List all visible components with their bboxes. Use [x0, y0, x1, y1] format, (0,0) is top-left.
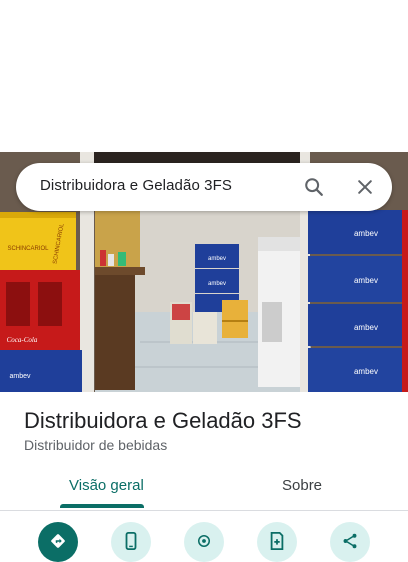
directions-button[interactable]	[38, 522, 78, 562]
directions-icon	[51, 534, 65, 548]
crate-label-right-3: ambev	[354, 323, 378, 332]
tab-overview[interactable]: Visão geral	[69, 477, 144, 494]
search-icon[interactable]	[298, 171, 330, 203]
location-button[interactable]	[184, 522, 224, 562]
crate-label-left-blue: ambev	[9, 373, 31, 380]
crate-label-coca: Coca-Cola	[7, 336, 38, 344]
search-bar[interactable]: Distribuidora e Geladão 3FS	[16, 163, 392, 211]
search-input[interactable]: Distribuidora e Geladão 3FS	[40, 177, 232, 194]
save-button[interactable]	[257, 522, 297, 562]
action-row	[0, 522, 408, 562]
save-icon	[270, 532, 284, 550]
share-icon	[343, 533, 357, 549]
call-button[interactable]	[111, 522, 151, 562]
crate-label-center: ambev	[208, 256, 226, 262]
crate-label-right-4: ambev	[354, 367, 378, 376]
active-tab-indicator	[60, 504, 144, 508]
phone-icon	[125, 532, 137, 550]
tab-about[interactable]: Sobre	[282, 477, 322, 494]
place-category: Distribuidor de bebidas	[24, 437, 168, 453]
location-icon	[198, 535, 210, 547]
crate-label-center-2: ambev	[208, 281, 226, 287]
crate-label-yellow-2: SCHINCARIOL	[7, 246, 49, 252]
close-icon[interactable]	[349, 171, 381, 203]
crate-label-right-2: ambev	[354, 276, 378, 285]
share-button[interactable]	[330, 522, 370, 562]
crate-label-right-1: ambev	[354, 229, 378, 238]
place-title: Distribuidora e Geladão 3FS	[24, 408, 302, 433]
tab-bar: Visão geral Sobre	[0, 466, 408, 511]
